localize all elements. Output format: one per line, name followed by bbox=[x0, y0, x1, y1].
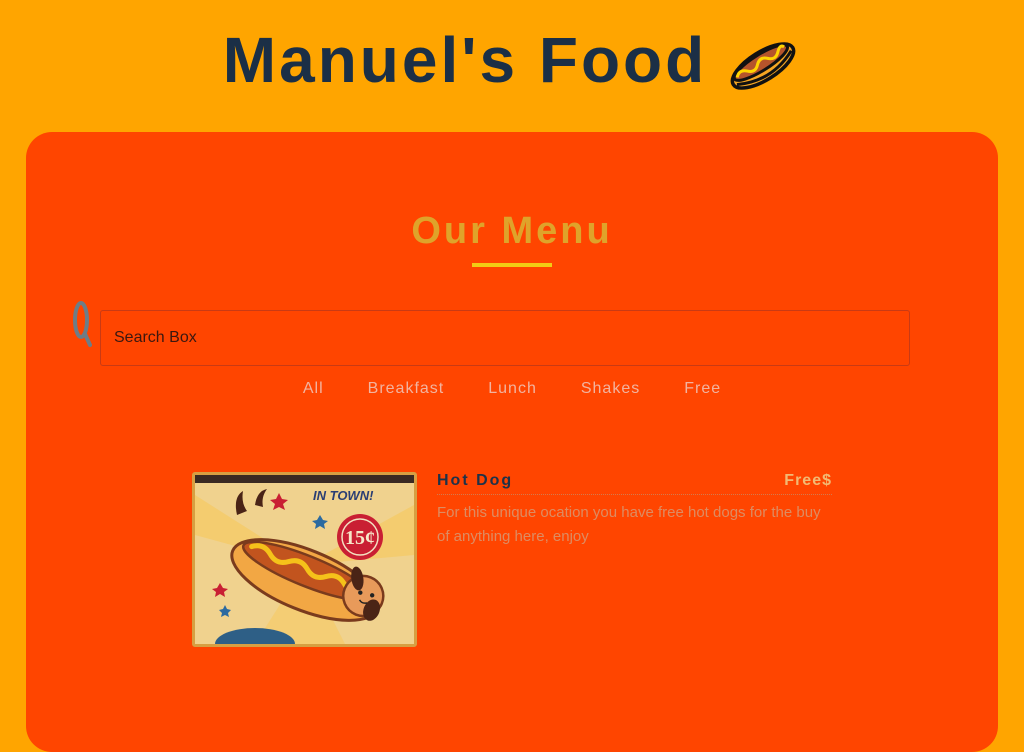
filter-all-button[interactable]: All bbox=[303, 380, 324, 398]
site-title: Manuel's Food bbox=[223, 24, 801, 96]
hotdog-icon bbox=[725, 32, 801, 96]
item-photo: IN TOWN! 15¢ bbox=[192, 472, 417, 647]
item-header: Hot Dog Free$ bbox=[437, 472, 832, 495]
menu-section: Our Menu All Breakfast Lunch Shakes Free… bbox=[26, 132, 998, 752]
site-header: Manuel's Food bbox=[0, 0, 1024, 120]
filter-free-button[interactable]: Free bbox=[684, 380, 721, 398]
photo-price-badge: 15¢ bbox=[345, 527, 375, 549]
site-title-text: Manuel's Food bbox=[222, 24, 708, 96]
search-icon bbox=[72, 300, 92, 348]
filter-bar: All Breakfast Lunch Shakes Free bbox=[26, 380, 998, 398]
item-name: Hot Dog bbox=[437, 472, 514, 489]
heading-underline bbox=[472, 263, 552, 267]
filter-lunch-button[interactable]: Lunch bbox=[488, 380, 537, 398]
menu-item: IN TOWN! 15¢ Hot Dog Free$ For this uniq… bbox=[192, 472, 832, 647]
photo-headline: IN TOWN! bbox=[313, 488, 374, 503]
menu-heading: Our Menu bbox=[411, 210, 613, 252]
search-input[interactable] bbox=[100, 310, 910, 366]
filter-breakfast-button[interactable]: Breakfast bbox=[368, 380, 445, 398]
item-description: For this unique ocation you have free ho… bbox=[437, 504, 821, 545]
item-info: Hot Dog Free$ For this unique ocation yo… bbox=[437, 472, 832, 549]
item-price: Free$ bbox=[784, 472, 832, 489]
filter-shakes-button[interactable]: Shakes bbox=[581, 380, 640, 398]
